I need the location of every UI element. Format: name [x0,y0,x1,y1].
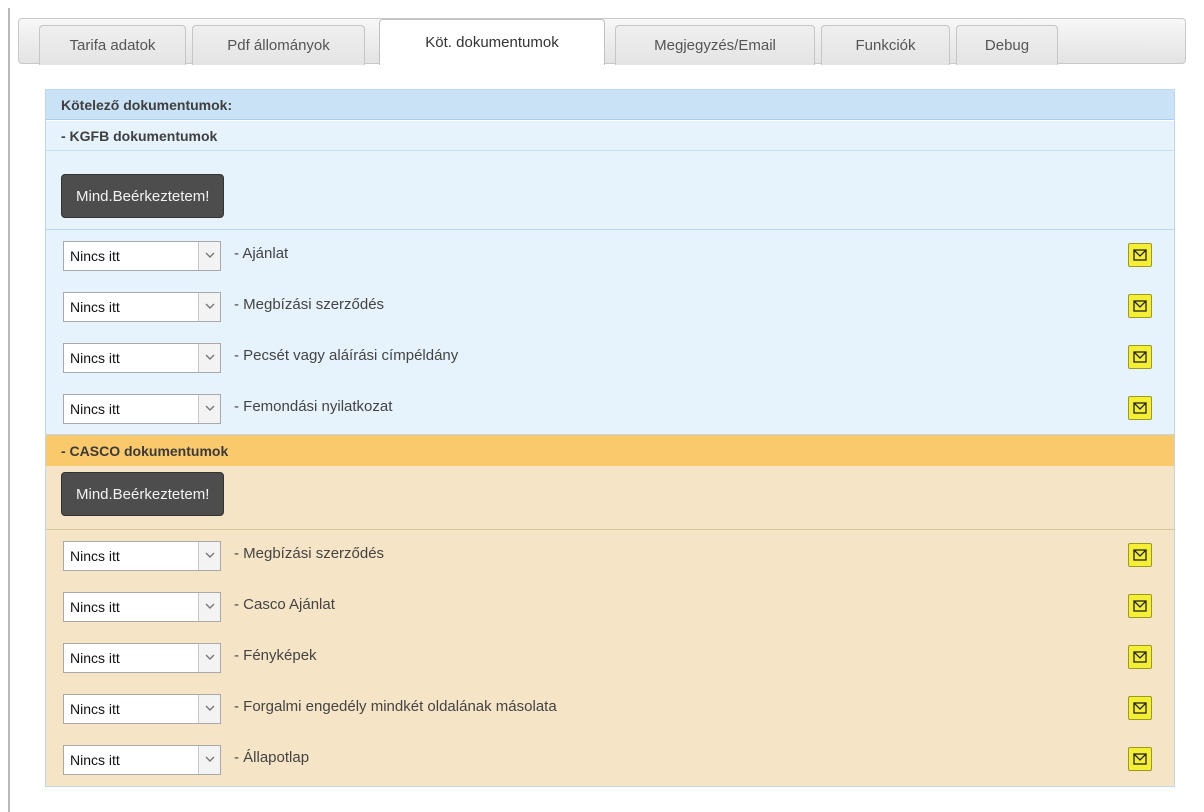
document-label: - Pecsét vagy aláírási címpéldány [234,347,459,364]
chevron-down-icon [198,395,220,423]
status-select-value: Nincs itt [70,599,120,615]
document-label: - Fényképek [234,647,317,664]
document-label: - Ajánlat [234,245,289,262]
tab-tarifa-adatok[interactable]: Tarifa adatok [39,25,186,65]
document-label: - Forgalmi engedély mindkét oldalának má… [234,698,557,715]
left-border-rule [8,8,10,812]
status-select-value: Nincs itt [70,350,120,366]
envelope-icon[interactable] [1128,747,1152,771]
casco-document-row: Nincs itt - Forgalmi engedély mindkét ol… [46,683,1174,735]
document-label: - Megbízási szerződés [234,296,385,313]
kgfb-mark-all-button[interactable]: Mind.Beérkeztetem! [61,174,225,218]
chevron-down-icon [198,293,220,321]
document-label: - Femondási nyilatkozat [234,398,393,415]
status-select[interactable]: Nincs itt [63,541,221,571]
chevron-down-icon [198,644,220,672]
envelope-icon[interactable] [1128,645,1152,669]
kgfb-document-row: Nincs itt - Femondási nyilatkozat [46,383,1174,435]
casco-document-row: Nincs itt - Megbízási szerződés [46,530,1174,582]
status-select[interactable]: Nincs itt [63,592,221,622]
chevron-down-icon [198,242,220,270]
envelope-icon[interactable] [1128,345,1152,369]
chevron-down-icon [198,542,220,570]
status-select[interactable]: Nincs itt [63,241,221,271]
casco-document-row: Nincs itt - Casco Ajánlat [46,581,1174,633]
tab-bar: Tarifa adatok Pdf állományok Köt. dokume… [18,18,1186,65]
casco-document-list: Nincs itt - Megbízási szerződés Nincs it… [46,530,1174,786]
status-select-value: Nincs itt [70,650,120,666]
envelope-icon[interactable] [1128,594,1152,618]
document-label: - Állapotlap [234,749,310,766]
tab-kot-dokumentumok[interactable]: Köt. dokumentumok [379,19,605,65]
chevron-down-icon [198,695,220,723]
status-select[interactable]: Nincs itt [63,643,221,673]
chevron-down-icon [198,746,220,774]
status-select[interactable]: Nincs itt [63,394,221,424]
status-select[interactable]: Nincs itt [63,694,221,724]
status-select-value: Nincs itt [70,701,120,717]
kgfb-document-row: Nincs itt - Megbízási szerződés [46,281,1174,333]
envelope-icon[interactable] [1128,396,1152,420]
tab-debug[interactable]: Debug [956,25,1058,65]
document-label: - Casco Ajánlat [234,596,335,613]
chevron-down-icon [198,344,220,372]
tab-pdf-allomanyok[interactable]: Pdf állományok [192,25,365,65]
status-select[interactable]: Nincs itt [63,292,221,322]
kgfb-section-title: - KGFB dokumentumok [46,121,1174,151]
casco-document-row: Nincs itt - Állapotlap [46,734,1174,786]
casco-section-title: - CASCO dokumentumok [46,434,1174,466]
status-select[interactable]: Nincs itt [63,745,221,775]
required-documents-panel: Kötelező dokumentumok: - KGFB dokumentum… [45,89,1175,787]
envelope-icon[interactable] [1128,243,1152,267]
casco-actions: Mind.Beérkeztetem! [46,466,1174,530]
tab-megjegyzes-email[interactable]: Megjegyzés/Email [615,25,815,65]
status-select-value: Nincs itt [70,401,120,417]
status-select-value: Nincs itt [70,548,120,564]
kgfb-document-row: Nincs itt - Ajánlat [46,230,1174,282]
envelope-icon[interactable] [1128,543,1152,567]
kgfb-actions: Mind.Beérkeztetem! [46,151,1174,230]
tab-funkciok[interactable]: Funkciók [821,25,950,65]
envelope-icon[interactable] [1128,294,1152,318]
status-select-value: Nincs itt [70,248,120,264]
envelope-icon[interactable] [1128,696,1152,720]
status-select[interactable]: Nincs itt [63,343,221,373]
panel-title: Kötelező dokumentumok: [46,90,1174,120]
casco-document-row: Nincs itt - Fényképek [46,632,1174,684]
kgfb-document-row: Nincs itt - Pecsét vagy aláírási címpéld… [46,332,1174,384]
casco-mark-all-button[interactable]: Mind.Beérkeztetem! [61,472,225,516]
chevron-down-icon [198,593,220,621]
document-label: - Megbízási szerződés [234,545,385,562]
kgfb-document-list: Nincs itt - Ajánlat Nincs itt - Megbízás… [46,230,1174,434]
status-select-value: Nincs itt [70,299,120,315]
status-select-value: Nincs itt [70,752,120,768]
